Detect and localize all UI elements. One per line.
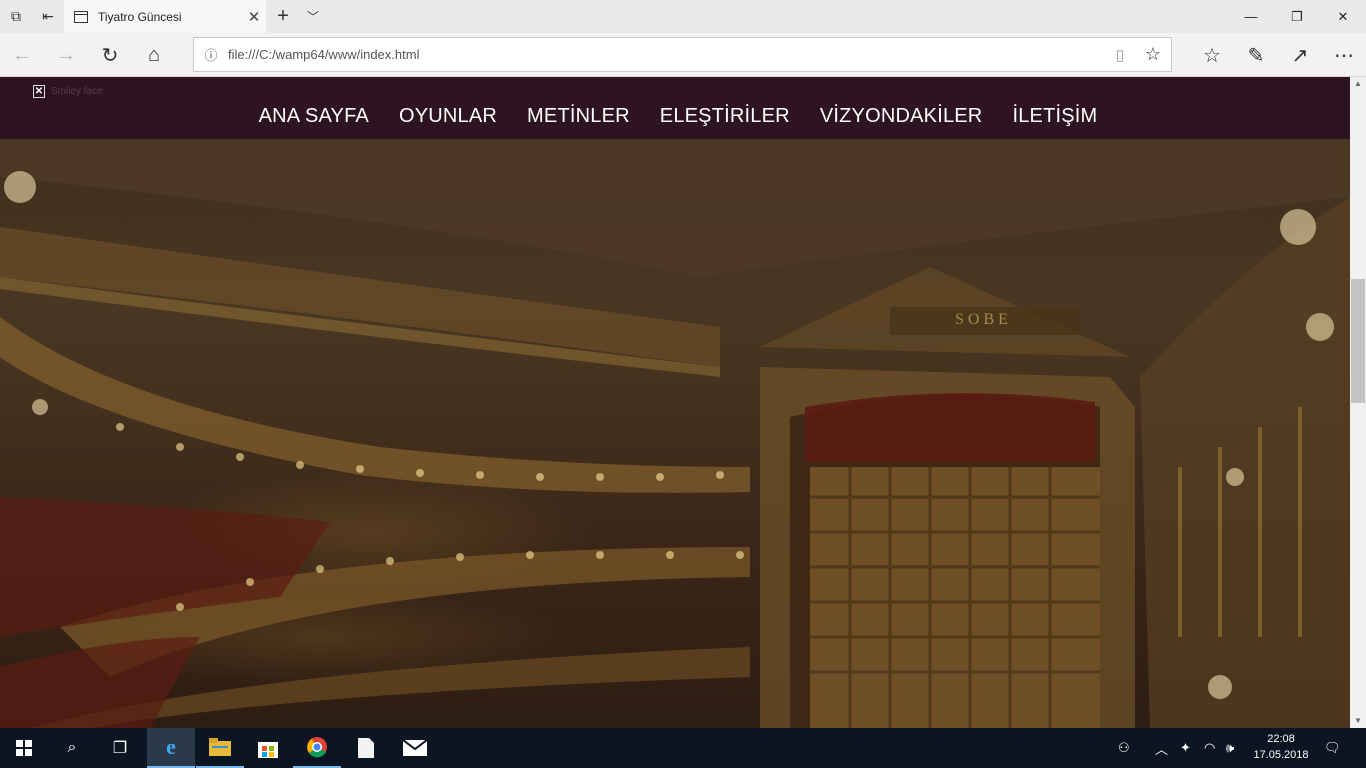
wifi-icon[interactable]: ◠ xyxy=(1204,728,1215,768)
dropbox-icon[interactable]: ✦ xyxy=(1180,728,1191,768)
taskbar: ⌕ ❐ e ⚇ ︿ ✦ ◠ 🕪 22:08 17.05.2018 🗨 xyxy=(0,728,1366,768)
scroll-down-icon[interactable]: ▼ xyxy=(1350,714,1366,728)
clock-date: 17.05.2018 xyxy=(1253,749,1309,761)
pen-icon[interactable]: ✎ xyxy=(1234,33,1278,77)
new-tab-icon[interactable]: + xyxy=(272,0,294,33)
site-header: ✕ Smiley face ANA SAYFA OYUNLAR METİNLER… xyxy=(0,77,1350,139)
search-icon[interactable]: ⌕ xyxy=(48,728,96,768)
tab-bar: ⧉ ⇤ Tiyatro Güncesi ✕ + ﹀ — ❐ ✕ xyxy=(0,0,1366,33)
scrollbar-thumb[interactable] xyxy=(1351,279,1365,403)
page-icon xyxy=(74,10,88,23)
people-icon[interactable]: ⚇ xyxy=(1118,728,1130,768)
back-icon[interactable]: ← xyxy=(0,33,44,77)
close-tab-icon[interactable]: ✕ xyxy=(242,8,266,26)
chrome-icon[interactable] xyxy=(293,728,341,768)
share-icon[interactable]: ↗ xyxy=(1278,33,1322,77)
home-icon[interactable]: ⌂ xyxy=(132,33,176,77)
volume-icon[interactable]: 🕪 xyxy=(1226,728,1234,768)
favorite-star-icon[interactable]: ☆ xyxy=(1135,44,1171,65)
address-bar[interactable]: ⓘ file:///C:/wamp64/www/index.html ▯ ☆ xyxy=(193,37,1172,72)
menu-item-oyunlar[interactable]: OYUNLAR xyxy=(399,77,497,139)
refresh-icon[interactable]: ↻ xyxy=(88,33,132,77)
chevron-down-icon[interactable]: ﹀ xyxy=(302,0,324,33)
notifications-icon[interactable]: 🗨 xyxy=(1324,728,1341,768)
info-icon[interactable]: ⓘ xyxy=(194,45,228,64)
reading-view-icon[interactable]: ▯ xyxy=(1105,46,1135,64)
hero-image xyxy=(0,77,1350,728)
restore-icon[interactable]: ❐ xyxy=(1274,0,1320,33)
theater-illustration xyxy=(0,139,1350,728)
notepad-icon[interactable] xyxy=(342,728,390,768)
hero-caption: S O B E xyxy=(955,311,1008,328)
page-scrollbar[interactable]: ▲ ▼ xyxy=(1350,77,1366,728)
main-menu: ANA SAYFA OYUNLAR METİNLER ELEŞTİRİLER V… xyxy=(0,77,1350,139)
navigation-bar: ← → ↻ ⌂ ⓘ file:///C:/wamp64/www/index.ht… xyxy=(0,33,1366,77)
menu-item-vizyondakiler[interactable]: VİZYONDAKİLER xyxy=(820,77,983,139)
more-icon[interactable]: ⋯ xyxy=(1322,33,1366,77)
mail-icon[interactable] xyxy=(391,728,439,768)
scroll-up-icon[interactable]: ▲ xyxy=(1350,77,1366,91)
browser-tab[interactable]: Tiyatro Güncesi ✕ xyxy=(64,0,266,33)
store-icon[interactable] xyxy=(244,728,292,768)
forward-icon[interactable]: → xyxy=(44,33,88,77)
set-tabs-aside-icon[interactable]: ⇤ xyxy=(32,0,64,33)
tab-preview-icon[interactable]: ⧉ xyxy=(0,0,32,33)
tab-title: Tiyatro Güncesi xyxy=(98,9,182,24)
menu-item-ana-sayfa[interactable]: ANA SAYFA xyxy=(259,77,369,139)
favorites-hub-icon[interactable]: ☆ xyxy=(1190,33,1234,77)
clock-time: 22:08 xyxy=(1267,733,1295,745)
page-viewport: ✕ Smiley face ANA SAYFA OYUNLAR METİNLER… xyxy=(0,77,1350,728)
minimize-icon[interactable]: — xyxy=(1228,0,1274,33)
menu-item-elestiriler[interactable]: ELEŞTİRİLER xyxy=(660,77,790,139)
system-clock[interactable]: 22:08 17.05.2018 xyxy=(1246,731,1316,763)
task-view-icon[interactable]: ❐ xyxy=(96,728,144,768)
url-text[interactable]: file:///C:/wamp64/www/index.html xyxy=(228,47,1105,62)
show-hidden-icons-icon[interactable]: ︿ xyxy=(1155,728,1168,768)
start-windows-icon[interactable] xyxy=(0,728,48,768)
close-window-icon[interactable]: ✕ xyxy=(1320,0,1366,33)
menu-item-metinler[interactable]: METİNLER xyxy=(527,77,630,139)
menu-item-iletisim[interactable]: İLETİŞİM xyxy=(1012,77,1097,139)
file-explorer-icon[interactable] xyxy=(196,728,244,768)
edge-icon[interactable]: e xyxy=(147,728,195,768)
